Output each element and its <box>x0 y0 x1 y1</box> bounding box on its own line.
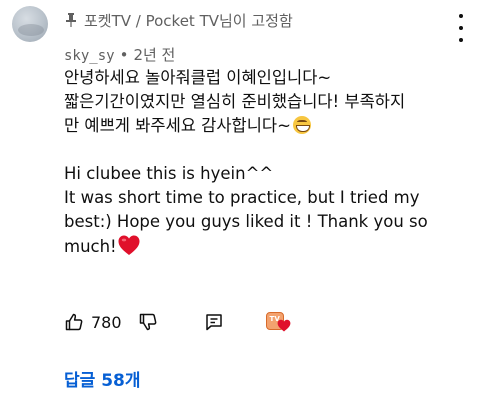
reply-icon[interactable] <box>204 312 224 332</box>
more-vert-icon[interactable] <box>454 14 468 42</box>
comment-actions: 780 TV <box>64 310 294 334</box>
like-count: 780 <box>91 312 122 332</box>
comment-line: 안녕하세요 놀아줘클럽 이혜인입니다~ <box>64 68 332 87</box>
heart-badge-icon <box>277 319 290 332</box>
comment-line: It was short time to practice, but I tri… <box>64 188 420 207</box>
creator-heart-icon: TV <box>265 310 294 334</box>
meta-separator: • <box>119 46 129 64</box>
comment-line-text: much! <box>64 237 117 256</box>
view-replies-button[interactable]: 답글 58개 <box>64 366 141 391</box>
comment-meta: sky_sy • 2년 전 <box>64 44 175 65</box>
comment-line: Hi clubee this is hyein^^ <box>64 164 274 183</box>
comment-line: 만 예쁘게 봐주세요 감사합니다~ <box>64 114 474 138</box>
pin-icon <box>66 13 76 27</box>
pinned-label: 포켓TV / Pocket TV님이 고정함 <box>84 11 293 30</box>
pinned-indicator: 포켓TV / Pocket TV님이 고정함 <box>64 10 293 30</box>
comment-line-text: 만 예쁘게 봐주세요 감사합니다~ <box>64 116 291 135</box>
thumbs-up-icon[interactable] <box>64 312 84 332</box>
user-avatar[interactable] <box>12 6 48 42</box>
red-heart-emoji <box>118 235 140 255</box>
comment-line: 짧은기간이였지만 열심히 준비했습니다! 부족하지 <box>64 92 406 111</box>
comment-body: 안녕하세요 놀아줘클럽 이혜인입니다~ 짧은기간이였지만 열심히 준비했습니다!… <box>64 66 474 259</box>
thumbs-down-icon[interactable] <box>138 312 158 332</box>
comment-line: best:) Hope you guys liked it ! Thank yo… <box>64 212 428 231</box>
grinning-emoji <box>292 116 311 134</box>
comment-timestamp[interactable]: 2년 전 <box>133 46 175 64</box>
comment-line: much! <box>64 234 474 259</box>
avatar-image-detail <box>18 24 44 36</box>
comment-username[interactable]: sky_sy <box>64 48 115 64</box>
